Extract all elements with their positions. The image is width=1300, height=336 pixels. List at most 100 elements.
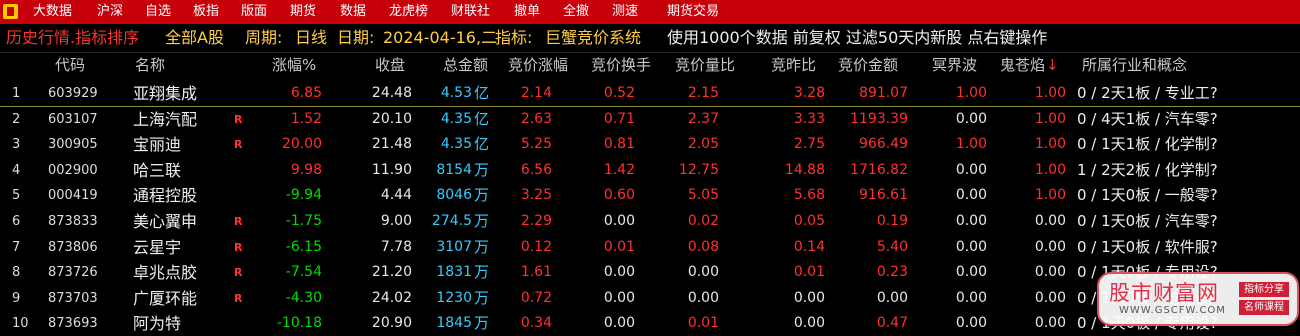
period-value[interactable]: 日线: [295, 24, 327, 52]
watermark-tag-indicator: 指标分享: [1239, 282, 1289, 297]
bid-change: 0.72: [520, 289, 552, 306]
stock-code: 002900: [48, 162, 98, 178]
watermark-tag-course: 名师课程: [1239, 300, 1289, 315]
wave-value: 0.00: [955, 161, 987, 178]
flame-value: 1.00: [1034, 187, 1066, 204]
amount-value: 4.53: [440, 85, 472, 101]
table-row[interactable]: 6 873833 美心翼申 R -1.75 9.00 274.5 万 2.29 0.00 0.02 0…: [0, 209, 1300, 234]
menu-item-watchlist[interactable]: 自选: [145, 3, 171, 21]
stock-name: 卓兆点胶: [133, 263, 198, 283]
table-row[interactable]: 4 002900 哈三联 9.98 11.90 8154 万 6.56 1.42 12.75 14.…: [0, 158, 1300, 183]
bid-prevratio: 0.00: [793, 289, 825, 306]
flame-value: 0.00: [1034, 289, 1066, 306]
menu-item-speed-test[interactable]: 测速: [612, 3, 638, 21]
wave-value: 0.00: [955, 264, 987, 281]
bid-amount: 0.00: [876, 289, 908, 306]
bid-change: 2.63: [520, 110, 552, 127]
stock-code: 603929: [48, 86, 98, 101]
table-row[interactable]: 1 603929 亚翔集成 6.85 24.48 4.53 亿 2.14 0.52 2.15 3.2…: [0, 81, 1300, 107]
menu-item-data[interactable]: 数据: [340, 3, 366, 21]
bid-volratio: 0.00: [687, 264, 719, 281]
stock-code: 873693: [48, 316, 98, 332]
row-index: 3: [12, 137, 21, 153]
indicator-value[interactable]: 巨蟹竞价系统: [545, 24, 641, 52]
bid-prevratio: 0.05: [793, 213, 825, 229]
flame-value: 0.00: [1034, 213, 1066, 229]
stock-code: 873726: [48, 265, 98, 281]
flame-value: 0.00: [1034, 315, 1066, 332]
flame-value: 0.00: [1034, 264, 1066, 281]
menu-item-cancel-all[interactable]: 全撤: [563, 3, 589, 21]
bid-prevratio: 2.75: [793, 136, 825, 153]
row-index: 7: [12, 239, 21, 255]
col-header-bid-change[interactable]: 竞价涨幅: [508, 52, 568, 78]
bid-volratio: 2.37: [687, 110, 719, 127]
wave-value: 1.00: [955, 85, 987, 101]
menu-item-big-data[interactable]: 大数据: [33, 3, 72, 21]
bid-turnover: 0.60: [603, 187, 635, 204]
wave-value: 0.00: [955, 238, 987, 255]
indicator-label: 指标:: [495, 28, 533, 47]
bid-amount: 916.61: [859, 187, 908, 204]
wave-value: 0.00: [955, 187, 987, 204]
menu-item-shanghai-shenzhen[interactable]: 沪深: [97, 3, 123, 21]
col-header-close[interactable]: 收盘: [375, 52, 405, 78]
col-header-name[interactable]: 名称: [135, 52, 165, 78]
bid-amount: 0.19: [876, 213, 908, 229]
menu-item-sector-index[interactable]: 板指: [193, 3, 219, 21]
period-label: 周期:: [245, 28, 283, 47]
industry-concept: 0 / 1天1板 / 化学制?: [1077, 135, 1218, 154]
industry-concept: 0 / 1天0板 / 软件服?: [1077, 237, 1218, 256]
col-header-flame[interactable]: 鬼苍焰: [1000, 52, 1045, 78]
watermark-url: WWW.GSCFW.COM: [1119, 305, 1226, 316]
sort-arrow-icon: ↓: [1046, 56, 1059, 74]
menu-item-futures-trading[interactable]: 期货交易: [667, 3, 719, 21]
col-header-bid-prevratio[interactable]: 竞昨比: [771, 52, 816, 78]
col-header-industry[interactable]: 所属行业和概念: [1082, 52, 1187, 78]
amount-value: 4.35: [440, 110, 472, 127]
status-bar: 历史行情.指标排序 全部A股 周期: 日线 日期: 2024-04-16,二 指…: [0, 24, 1300, 53]
col-header-amount[interactable]: 总金额: [443, 52, 488, 78]
table-row[interactable]: 2 603107 上海汽配 R 1.52 20.10 4.35 亿 2.63 0.71 2.37 3.…: [0, 107, 1300, 132]
stock-name: 阿为特: [133, 314, 182, 334]
menu-item-cls-news[interactable]: 财联社: [451, 3, 490, 21]
col-header-bid-amount[interactable]: 竞价金额: [838, 52, 898, 78]
date-label: 日期:: [337, 28, 375, 47]
table-row[interactable]: 3 300905 宝丽迪 R 20.00 21.48 4.35 亿 5.25 0.81 2.05 2.…: [0, 132, 1300, 157]
app-logo-icon[interactable]: [3, 4, 18, 19]
bid-turnover: 0.00: [603, 264, 635, 281]
menu-item-futures[interactable]: 期货: [290, 3, 316, 21]
scope-selector[interactable]: 全部A股: [165, 24, 224, 52]
row-index: 10: [12, 316, 29, 332]
bid-prevratio: 0.00: [793, 315, 825, 332]
col-header-change[interactable]: 涨幅%: [272, 52, 316, 78]
menu-item-layout[interactable]: 版面: [241, 3, 267, 21]
col-header-wave[interactable]: 冥界波: [932, 52, 977, 78]
amount-value: 274.5: [431, 213, 472, 229]
date-value[interactable]: 2024-04-16,二: [383, 24, 497, 52]
bid-turnover: 0.00: [603, 315, 635, 332]
row-index: 6: [12, 214, 21, 229]
row-index: 9: [12, 290, 21, 306]
menu-item-dragon-tiger[interactable]: 龙虎榜: [389, 3, 428, 21]
usage-info: 使用1000个数据 前复权 过滤50天内新股 点右键操作: [667, 28, 1048, 47]
col-header-code[interactable]: 代码: [55, 52, 85, 78]
stock-code: 300905: [48, 137, 98, 153]
bid-change: 3.25: [520, 187, 552, 204]
col-header-bid-turnover[interactable]: 竞价换手: [591, 52, 651, 78]
amount-value: 1230: [436, 289, 472, 306]
bid-change: 1.61: [520, 264, 552, 281]
bid-volratio: 12.75: [678, 161, 719, 178]
stock-name: 广厦环能: [133, 288, 198, 308]
bid-change: 2.14: [520, 85, 552, 101]
stock-code: 603107: [48, 111, 98, 127]
table-row[interactable]: 5 000419 通程控股 -9.94 4.44 8046 万 3.25 0.60 5.05 5.6…: [0, 183, 1300, 208]
bid-volratio: 5.05: [687, 187, 719, 204]
stock-name: 美心翼申: [133, 212, 198, 231]
amount-value: 3107: [436, 238, 472, 255]
menu-item-cancel-order[interactable]: 撤单: [514, 3, 540, 21]
col-header-bid-volratio[interactable]: 竞价量比: [675, 52, 735, 78]
change-pct: 20.00: [281, 136, 322, 153]
table-row[interactable]: 7 873806 云星宇 R -6.15 7.78 3107 万 0.12 0.01 0.08 0.1…: [0, 235, 1300, 260]
stock-name: 宝丽迪: [133, 135, 182, 155]
